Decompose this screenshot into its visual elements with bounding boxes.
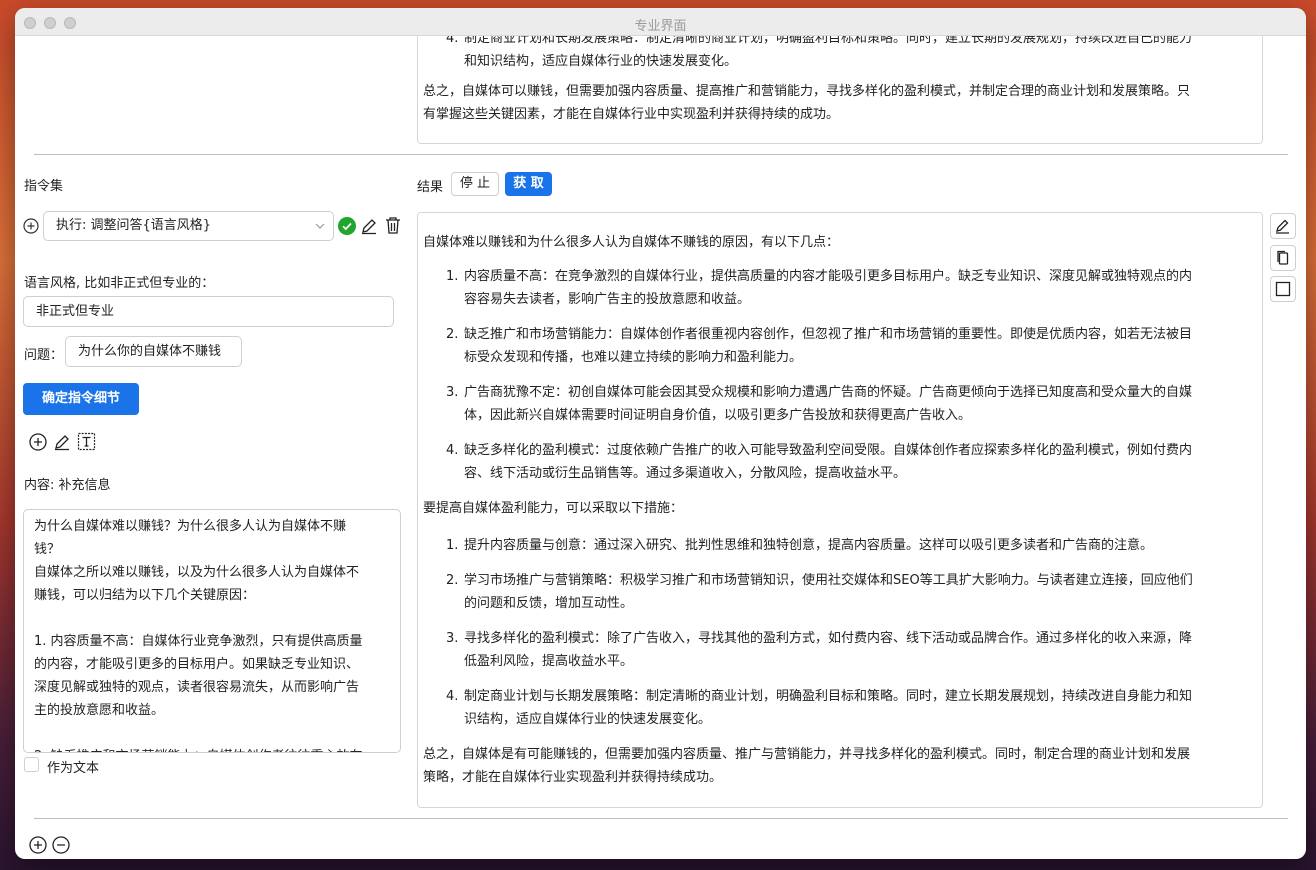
style-label: 语言风格, 比如非正式但专业的： [24,276,215,291]
result-panel[interactable]: 自媒体难以赚钱和为什么很多人认为自媒体不赚钱的原因，有以下几点： 1. 内容质量… [417,212,1263,808]
list-line: 学习市场推广与营销策略：积极学习推广和市场营销知识，使用社交媒体和SEO等工具扩… [464,573,1193,588]
textarea-line: 自媒体之所以难以赚钱，以及为什么很多人认为自媒体不 [34,565,360,580]
list-number: 3. [446,631,459,646]
add-circle-icon[interactable] [29,433,47,451]
remove-circle-icon[interactable] [52,836,70,854]
divider [34,818,1288,819]
measures-intro: 要提高自媒体盈利能力，可以采取以下措施： [423,501,684,516]
content-textarea[interactable]: 为什么自媒体难以赚钱？为什么很多人认为自媒体不赚 钱？ 自媒体之所以难以赚钱，以及为… [23,509,401,753]
copy-icon [1277,250,1289,265]
add-circle-icon[interactable] [23,218,39,234]
list-line: 体，因此新兴自媒体需要时间证明自身价值，以吸引更多广告投放和获得更高广告收入。 [464,408,972,423]
list-number: 3. [446,385,459,400]
textarea-line: 1. 内容质量不高：自媒体行业竞争激烈，只有提供高质量 [34,634,363,649]
textarea-line: 深度见解或独特的观点，读者很容易流失，从而影响广告 [34,680,360,695]
list-number: 2. [446,573,459,588]
edit-icon[interactable] [360,217,378,235]
command-select[interactable]: 执行: 调整问答{语言风格} [43,211,334,241]
textarea-line: 赚钱，可以归结为以下几个关键原因： [34,588,256,603]
textarea-line: 钱？ [34,542,61,557]
list-number: 4. [446,689,459,704]
result-label: 结果 [417,180,444,195]
stop-button[interactable]: 停 止 [451,172,499,196]
add-circle-icon[interactable] [29,836,47,854]
list-line: 寻找多样化的盈利模式：除了广告收入，寻找其他的盈利方式，如付费内容、线下活动或品… [464,631,1193,646]
list-number: 2. [446,327,459,342]
list-line: 缺乏多样化的盈利模式：过度依赖广告推广的收入可能导致盈利空间受限。自媒体创作者应… [464,443,1193,458]
trash-icon[interactable] [384,216,402,235]
list-line: 缺乏推广和市场营销能力：自媒体创作者很重视内容创作，但忽视了推广和市场营销的重要… [464,327,1193,342]
edit-icon [1276,219,1289,234]
textarea-line: 为什么自媒体难以赚钱？为什么很多人认为自媒体不赚 [34,519,347,534]
list-line: 内容质量不高：在竞争激烈的自媒体行业，提供高质量的内容才能吸引更多目标用户。缺乏… [464,269,1193,284]
list-number: 4. [446,36,459,46]
textarea-line: 的内容，才能吸引更多的目标用户。如果缺乏专业知识、 [34,657,360,672]
list-line: 的问题和反馈，增加互动性。 [464,596,634,611]
resize-handle-icon[interactable] [392,744,399,751]
as-text-checkbox[interactable] [24,757,39,772]
list-line: 容、线下活动或衍生品销售等。通过多渠道收入，分散风险，提高收益水平。 [464,466,907,481]
square-icon [1275,281,1291,297]
style-input[interactable]: 非正式但专业 [23,296,394,327]
chevron-down-icon [315,212,325,240]
summary-line: 总之，自媒体可以赚钱，但需要加强内容质量、提高推广和营销能力，寻找多样化的盈利模… [423,84,1191,99]
fetch-button[interactable]: 获 取 [505,172,552,196]
list-line: 广告商犹豫不定：初创自媒体可能会因其受众规模和影响力遭遇广告商的怀疑。广告商更倾… [464,385,1193,400]
copy-result-button[interactable] [1270,245,1296,271]
window-title: 专业界面 [634,19,687,34]
command-select-value: 执行: 调整问答{语言风格} [56,218,212,233]
textarea-line [34,607,390,630]
list-line: 容容易失去读者，影响广告主的投放意愿和收益。 [464,292,751,307]
result-intro: 自媒体难以赚钱和为什么很多人认为自媒体不赚钱的原因，有以下几点： [423,235,840,250]
summary-line: 有掌握这些关键因素，才能在自媒体行业中实现盈利并获得持续的成功。 [423,107,840,122]
list-line: 制定商业计划与长期发展策略：制定清晰的商业计划，明确盈利目标和策略。同时，建立长… [464,689,1193,704]
summary-line: 总之，自媒体是有可能赚钱的，但需要加强内容质量、推广与营销能力，并寻找多样化的盈… [423,747,1191,762]
list-number: 4. [446,443,459,458]
check-circle-icon[interactable] [338,217,356,235]
question-label: 问题： [24,348,64,363]
textarea-line: 主的投放意愿和收益。 [34,703,165,718]
select-all-button[interactable] [1270,276,1296,302]
list-number: 1. [446,269,459,284]
list-line: 提升内容质量与创意：通过深入研究、批判性思维和独特创意，提高内容质量。这样可以吸… [464,538,1154,553]
list-line: 低盈利风险，提高收益水平。 [464,654,634,669]
list-line: 识结构，适应自媒体行业的快速发展变化。 [464,712,712,727]
section-title: 指令集 [24,179,64,194]
summary-line: 策略，才能在自媒体行业实现盈利并获得持续成功。 [423,770,723,785]
app-window: 专业界面 4. 制定商业计划和长期发展策略：制定清晰的商业计划，明确盈利目标和策… [15,8,1306,859]
textarea-line [34,722,390,745]
title-bar: 专业界面 [15,8,1306,36]
as-text-label: 作为文本 [47,761,100,776]
question-input[interactable]: 为什么你的自媒体不赚钱 [65,336,242,367]
edit-icon[interactable] [53,433,71,451]
text-box-icon[interactable] [77,432,96,451]
edit-result-button[interactable] [1270,213,1296,239]
list-number: 1. [446,538,459,553]
previous-result-panel[interactable]: 4. 制定商业计划和长期发展策略：制定清晰的商业计划，明确盈利目标和策略。同时，… [417,36,1263,144]
confirm-instruction-button[interactable]: 确定指令细节 [23,383,139,415]
list-line: 和知识结构，适应自媒体行业的快速发展变化。 [464,54,738,69]
list-line: 制定商业计划和长期发展策略：制定清晰的商业计划，明确盈利目标和策略。同时，建立长… [464,36,1193,46]
textarea-line: 2. 缺乏推广和市场营销能力：自媒体创作者往往重心放在 [34,745,390,752]
list-line: 标受众发现和传播，也难以建立持续的影响力和盈利能力。 [464,350,803,365]
divider [34,154,1288,155]
content-label: 内容: 补充信息 [24,478,111,493]
